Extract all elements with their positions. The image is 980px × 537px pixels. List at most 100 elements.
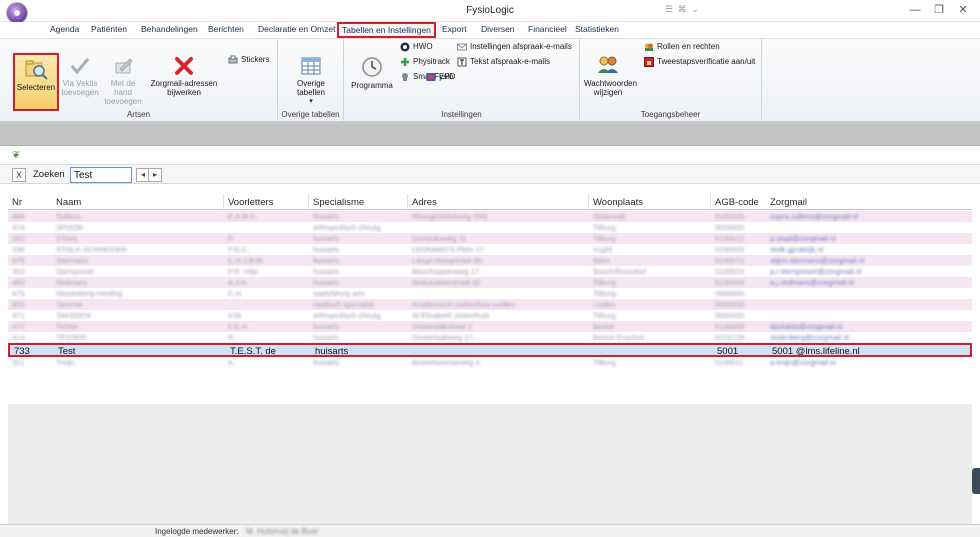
- cell-nr: 321: [12, 358, 25, 367]
- wachtwoorden-wijzigen-button[interactable]: Wachtwoorden wijzigen: [584, 53, 637, 97]
- cell-nr: 479: [12, 289, 25, 298]
- group-artsen: Selecteren Via Vektis toevoegen Met de h…: [0, 39, 278, 121]
- cell-voorletters: T.E.S.T. de: [230, 346, 276, 357]
- printer-icon: [228, 55, 238, 64]
- cell-naam: Stermans: [56, 256, 89, 265]
- group-overige-tabellen: Overige tabellen ▾ Overige tabellen: [278, 39, 344, 121]
- cell-naam: Tmijn: [56, 358, 75, 367]
- cell-adres: St Elisabeth ziekenhuis: [412, 311, 490, 320]
- header-agb-code[interactable]: AGB-code: [715, 197, 759, 208]
- table-row[interactable]: 374 SPOOR orthopedisch chirurg Tilburg 00050…: [8, 222, 972, 233]
- header-adres[interactable]: Adres: [412, 197, 437, 208]
- cell-adres: Oosterwijkstraat 2: [412, 322, 473, 331]
- header-specialisme[interactable]: Specialisme: [313, 197, 364, 208]
- search-next-button[interactable]: ▸: [148, 168, 162, 182]
- cell-specialisme: vaatchirurg arts: [313, 289, 365, 298]
- cell-agb-code: 0100009: [715, 278, 745, 287]
- cell-specialisme: huisarts: [313, 267, 340, 276]
- overige-tabellen-button[interactable]: Overige tabellen ▾: [282, 55, 340, 106]
- tweestapsverificatie-button[interactable]: Tweestapsverificatie aan/uit: [644, 57, 755, 67]
- cell-woonplaats: Leiden: [593, 300, 616, 309]
- tab-agenda[interactable]: Agenda: [50, 24, 79, 34]
- header-nr[interactable]: Nr: [12, 197, 22, 208]
- group-toegangsbeheer-label: Toegangsbeheer: [640, 110, 701, 119]
- physitrack-button[interactable]: Physitrack: [400, 57, 450, 67]
- pencil-icon: [115, 58, 133, 74]
- side-panel-handle[interactable]: [972, 468, 980, 494]
- cell-nr: 374: [12, 223, 25, 232]
- hwo-button[interactable]: HWO: [400, 42, 433, 52]
- table-row[interactable]: 479 Stuvenberg-Heeling C.H. vaatchirurg art…: [8, 288, 972, 299]
- selecteren-button[interactable]: Selecteren: [13, 53, 59, 111]
- hwo-icon: [400, 42, 410, 52]
- cell-specialisme: orthopedisch chirurg: [313, 311, 381, 320]
- epd-button[interactable]: EPD: [426, 72, 455, 82]
- table-row-selected[interactable]: 733 Test T.E.S.T. de huisarts 5001 5001 @lms.…: [8, 343, 972, 357]
- programma-button[interactable]: Programma: [350, 55, 394, 90]
- header-voorletters[interactable]: Voorletters: [228, 197, 273, 208]
- cell-voorletters: A.J.H.: [228, 278, 249, 287]
- table-row[interactable]: 486 Sullens E.A.M.C. huisarts Moergestelsewe…: [8, 211, 972, 222]
- instellingen-afspraak-emails-label: Instellingen afspraak-e-mails: [470, 42, 572, 52]
- table-row[interactable]: 303 Stempvoort P.R. Hilje huisarts Bisschopp…: [8, 266, 972, 277]
- rollen-en-rechten-button[interactable]: Rollen en rechten: [644, 42, 720, 52]
- overige-dropdown-icon: ▾: [309, 98, 313, 105]
- cell-agb-code: 0000000: [715, 289, 745, 298]
- ingelogde-medewerker-label: Ingelogde medewerker:: [155, 527, 239, 536]
- cell-woonplaats: Gilze: [593, 256, 611, 265]
- column-separator: [223, 194, 224, 210]
- minimize-button[interactable]: —: [906, 3, 924, 17]
- tab-statistieken[interactable]: Statistieken: [575, 24, 619, 34]
- table-row[interactable]: 502 Tammie medisch specialist Academisch zi…: [8, 299, 972, 310]
- table-row[interactable]: 414 TESSER R. huisarts Oosterlaakweg 17 Berke…: [8, 332, 972, 343]
- zorgmail-adressen-button[interactable]: Zorgmail-adressen bijwerken: [146, 55, 222, 97]
- cell-zorgmail: a.j.stolmans@zorgmail.nl: [770, 278, 854, 287]
- quick-access-toolbar[interactable]: ☰ ⌘ ⌄: [665, 4, 700, 15]
- table-row[interactable]: 371 TAKEDEN V.M. orthopedisch chirurg St Eli…: [8, 310, 972, 321]
- cell-agb-code: 0100024: [715, 267, 745, 276]
- met-de-hand-button[interactable]: Met de hand toevoegen: [101, 55, 145, 106]
- search-input[interactable]: [70, 167, 132, 183]
- cell-agb-code: 0100005: [715, 212, 745, 221]
- clear-search-button[interactable]: X: [12, 168, 26, 182]
- tab-tabellen-en-instellingen[interactable]: Tabellen en Instellingen: [337, 22, 436, 38]
- tab-declaratie-en-omzet[interactable]: Declaratie en Omzet: [258, 24, 335, 34]
- via-vektis-button[interactable]: Via Vektis toevoegen: [60, 55, 100, 97]
- table-row[interactable]: 321 Tmijn A. huisarts Broekhovenseweg 4 Tilbu…: [8, 357, 972, 368]
- cell-zorgmail: tijsvlakte@zorgmail.nl: [770, 322, 843, 331]
- table-row[interactable]: 575 Stermans C.H.J.B.M. huisarts Lange Hoogs…: [8, 255, 972, 266]
- shield-lock-icon: [644, 57, 654, 67]
- table-row[interactable]: 477 Tichter F.G.H. huisarts Oosterwijkstraat…: [8, 321, 972, 332]
- cell-agb-code: 0100071: [715, 256, 745, 265]
- cell-naam: Tammie: [56, 300, 83, 309]
- cell-nr: 483: [12, 278, 25, 287]
- table-row[interactable]: 483 Stolmans A.J.H. huisarts Stokstukkerstra…: [8, 277, 972, 288]
- cell-nr: 733: [14, 346, 30, 357]
- cell-voorletters: R.: [228, 333, 236, 342]
- restore-button[interactable]: ❐: [930, 3, 948, 17]
- cell-zorgmail: p.staal@zorgmail.nl: [770, 234, 836, 243]
- cell-nr: 477: [12, 322, 25, 331]
- tekst-afspraak-emails-button[interactable]: Tekst afspraak-e-mails: [457, 57, 550, 67]
- instellingen-afspraak-emails-button[interactable]: Instellingen afspraak-e-mails: [457, 42, 572, 52]
- header-woonplaats[interactable]: Woonplaats: [593, 197, 643, 208]
- cell-nr: 414: [12, 333, 25, 342]
- close-button[interactable]: ✕: [954, 3, 972, 17]
- tab-diversen[interactable]: Diversen: [481, 24, 515, 34]
- header-zorgmail[interactable]: Zorgmail: [770, 197, 807, 208]
- cell-adres: Lange Hoogstraat 65: [412, 256, 483, 265]
- tab-berichten[interactable]: Berichten: [208, 24, 244, 34]
- tab-export[interactable]: Export: [442, 24, 467, 34]
- stickers-button[interactable]: Stickers: [228, 55, 269, 65]
- cell-naam: Tichter: [56, 322, 79, 331]
- wachtwoorden-wijzigen-label: Wachtwoorden wijzigen: [584, 79, 638, 97]
- cell-woonplaats: Tilburg: [593, 311, 616, 320]
- cell-specialisme: huisarts: [313, 278, 340, 287]
- table-row[interactable]: 338 STOLK-SCHNEIDER P.G.C. huisarts LEONARD'…: [8, 244, 972, 255]
- tab-behandelingen[interactable]: Behandelingen: [141, 24, 198, 34]
- tab-financieel[interactable]: Financieel: [528, 24, 567, 34]
- table-row[interactable]: 242 STAAL P. huisarts Dominiksweg 11 Tilburg 0…: [8, 233, 972, 244]
- header-naam[interactable]: Naam: [56, 197, 81, 208]
- clock-settings-icon: [362, 57, 382, 77]
- tab-patienten[interactable]: Patiënten: [91, 24, 127, 34]
